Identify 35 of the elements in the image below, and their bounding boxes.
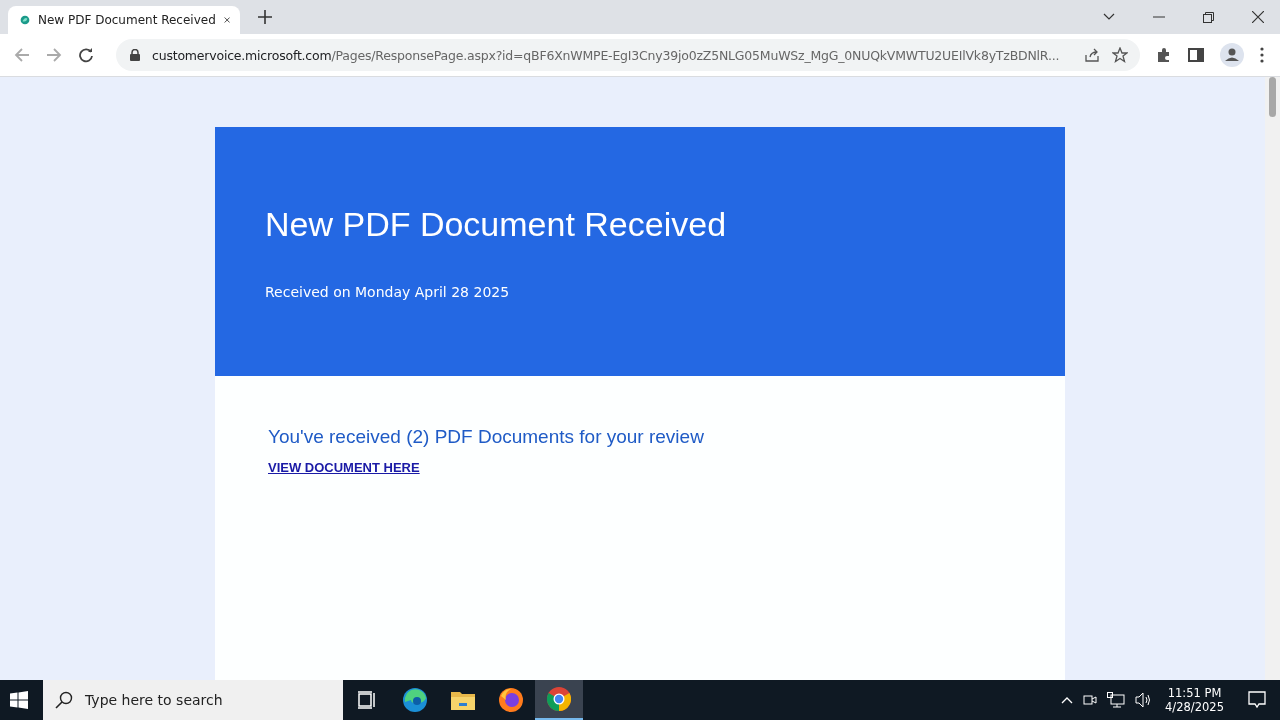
share-icon[interactable]	[1084, 47, 1100, 63]
chevron-up-icon[interactable]	[1061, 696, 1074, 704]
profile-icon[interactable]	[1220, 43, 1244, 67]
star-icon[interactable]	[1112, 47, 1128, 63]
reload-icon[interactable]	[78, 47, 94, 63]
new-tab-icon[interactable]	[258, 10, 272, 24]
scrollbar[interactable]	[1265, 77, 1280, 680]
edge-icon	[402, 687, 428, 713]
puzzle-icon[interactable]	[1156, 47, 1172, 63]
message-heading: You've received (2) PDF Documents for your review	[268, 426, 705, 448]
page-title: New PDF Document Received	[265, 205, 728, 244]
lock-icon	[130, 49, 140, 61]
view-document-link[interactable]: VIEW DOCUMENT HERE	[268, 460, 420, 475]
side-panel-icon[interactable]	[1188, 48, 1204, 62]
close-icon[interactable]	[1252, 11, 1264, 23]
network-icon[interactable]	[1107, 692, 1126, 708]
address-bar[interactable]: customervoice.microsoft.com/Pages/ResponsePage.aspx?id=qBF6XnWMPE-EgI3Cny39jo0zZ5NLG05MuWSz_MgG_0NUQkVMWTU2UEIlVk8yTzBDNlR...	[116, 39, 1140, 71]
url-text: customervoice.microsoft.com/Pages/ResponsePage.aspx?id=qBF6XnWMPE-EgI3Cny39jo0zZ5NLG05MuWSz_MgG_0NUQkVMWTU2UEIlVk8yTzBDNlR...	[152, 47, 1061, 63]
folder-icon	[451, 690, 475, 710]
taskbar-app[interactable]	[535, 680, 583, 720]
notifications-icon[interactable]	[1248, 691, 1266, 709]
clock[interactable]: 11:51 PM 4/28/2025	[1165, 686, 1224, 714]
chevron-down-icon[interactable]	[1103, 13, 1115, 21]
browser-tab[interactable]: New PDF Document Received	[8, 6, 240, 34]
task-view-icon	[358, 691, 376, 709]
search-field[interactable]: Type here to search	[43, 680, 343, 720]
search-icon	[55, 691, 73, 709]
camera-icon[interactable]	[1083, 692, 1098, 708]
restore-icon[interactable]	[1203, 11, 1214, 23]
chrome-icon	[547, 687, 571, 711]
received-date: Received on Monday April 28 2025	[265, 284, 511, 300]
firefox-icon	[498, 687, 524, 713]
menu-icon[interactable]	[1260, 47, 1264, 63]
windows-start-icon[interactable]	[10, 691, 28, 709]
close-icon[interactable]	[223, 15, 230, 25]
